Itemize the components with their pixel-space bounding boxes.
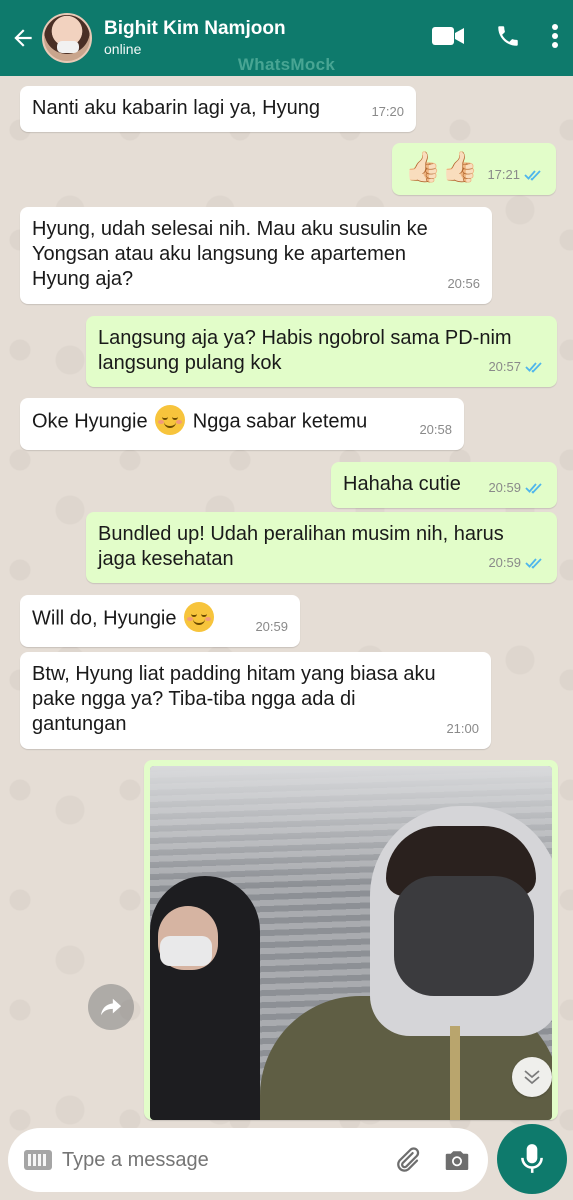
message-time: 17:20 <box>371 104 404 119</box>
message-text: Hahaha cutie <box>343 473 461 495</box>
contact-name: Bighit Kim Namjoon <box>104 18 286 39</box>
message-time: 20:57 <box>488 359 521 374</box>
message-outgoing[interactable]: 👍🏻👍🏻 17:21 <box>392 143 556 195</box>
message-text: Ngga sabar ketemu <box>192 410 368 433</box>
message-time: 20:59 <box>255 619 288 634</box>
read-receipt-icon <box>525 361 545 373</box>
message-text: Langsung aja ya? Habis ngobrol sama PD-n… <box>98 327 512 374</box>
mic-icon[interactable] <box>497 1124 567 1194</box>
phone-icon[interactable] <box>495 23 521 54</box>
message-time: 20:59 <box>488 480 521 495</box>
message-outgoing[interactable]: Langsung aja ya? Habis ngobrol sama PD-n… <box>86 316 557 387</box>
message-time: 20:56 <box>447 276 480 291</box>
relieved-face-emoji <box>184 602 215 632</box>
video-call-icon[interactable] <box>431 24 465 53</box>
keyboard-icon[interactable] <box>24 1150 52 1170</box>
thumbs-up-emoji: 👍🏻👍🏻 <box>404 151 479 184</box>
message-incoming[interactable]: Btw, Hyung liat padding hitam yang biasa… <box>20 652 491 749</box>
message-input[interactable] <box>62 1148 362 1172</box>
message-photo[interactable] <box>144 760 558 1120</box>
message-text: Bundled up! Udah peralihan musim nih, ha… <box>98 523 504 570</box>
message-outgoing[interactable]: Bundled up! Udah peralihan musim nih, ha… <box>86 512 557 583</box>
message-text: Oke Hyungie <box>32 410 148 433</box>
watermark: WhatsMock <box>237 55 336 74</box>
message-incoming[interactable]: Will do, Hyungie 20:59 <box>20 595 300 647</box>
message-outgoing[interactable]: Hahaha cutie 20:59 <box>331 462 557 508</box>
camera-icon[interactable] <box>442 1145 472 1180</box>
contact-info[interactable]: Bighit Kim Namjoon online <box>104 18 286 58</box>
message-time: 21:00 <box>446 721 479 736</box>
read-receipt-icon <box>524 169 544 181</box>
message-time: 20:59 <box>488 555 521 570</box>
more-vert-icon[interactable] <box>551 23 559 54</box>
message-time: 20:58 <box>419 422 452 437</box>
message-text: Btw, Hyung liat padding hitam yang biasa… <box>32 663 436 735</box>
forward-icon[interactable] <box>88 984 134 1030</box>
message-text: Nanti aku kabarin lagi ya, Hyung <box>32 97 320 119</box>
message-incoming[interactable]: Oke Hyungie Ngga sabar ketemu 20:58 <box>20 398 464 450</box>
paperclip-icon[interactable] <box>392 1145 422 1180</box>
read-receipt-icon <box>525 557 545 569</box>
selfie-photo[interactable] <box>150 766 552 1120</box>
message-incoming[interactable]: Nanti aku kabarin lagi ya, Hyung 17:20 <box>20 86 416 132</box>
chevron-down-icon[interactable] <box>512 1057 552 1097</box>
message-incoming[interactable]: Hyung, udah selesai nih. Mau aku susulin… <box>20 207 492 304</box>
message-composer <box>8 1128 488 1192</box>
message-time: 17:21 <box>487 167 520 182</box>
relieved-face-emoji <box>155 405 186 435</box>
message-text: Hyung, udah selesai nih. Mau aku susulin… <box>32 218 428 290</box>
read-receipt-icon <box>525 482 545 494</box>
message-text: Will do, Hyungie <box>32 607 177 630</box>
